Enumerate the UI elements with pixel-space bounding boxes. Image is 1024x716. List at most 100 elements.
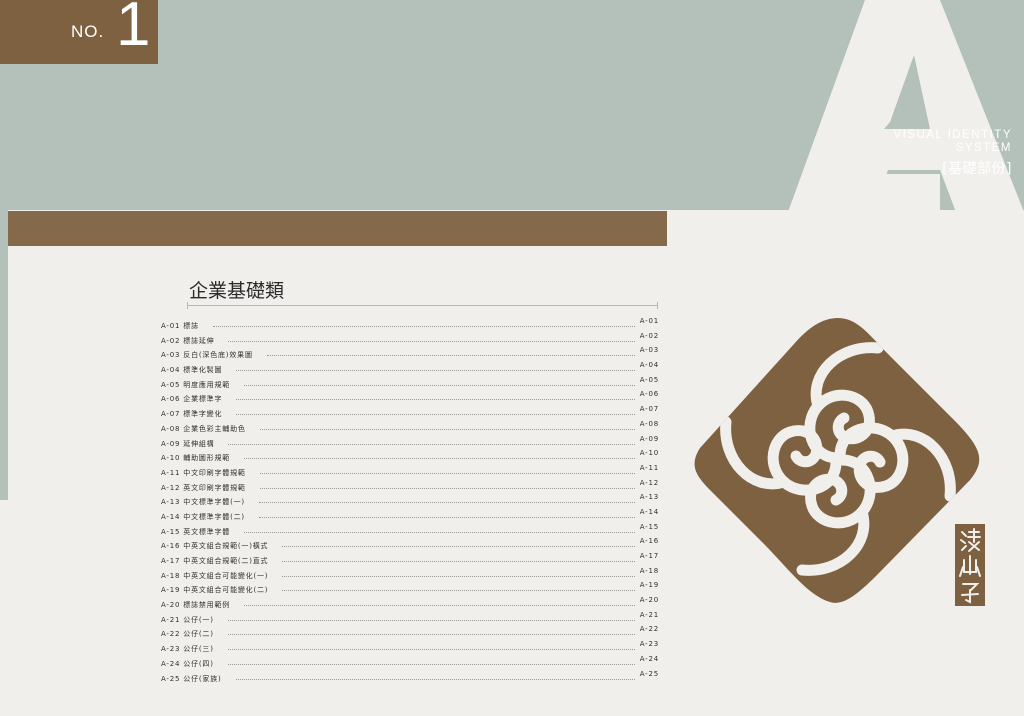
toc-page: A-13 (639, 493, 659, 502)
toc-code: A-18 (161, 571, 181, 580)
toc-entry: A-22 公仔(二) (161, 629, 214, 639)
toc-label: 標誌 (183, 322, 199, 330)
toc-leader-line (244, 531, 635, 533)
toc-code: A-23 (161, 645, 181, 654)
chapter-number-box: NO. 1 (0, 0, 158, 64)
toc-code: A-11 (161, 468, 181, 477)
toc-row: A-09 延伸組構 A-09 (161, 434, 659, 449)
toc-label: 輔助圖形規範 (183, 454, 231, 463)
toc-label: 英文印刷字體規範 (183, 483, 246, 492)
toc-entry: A-01 標誌 (161, 321, 199, 331)
toc-leader-line (228, 443, 635, 445)
toc-code: A-04 (161, 366, 181, 375)
toc-page: A-25 (639, 669, 659, 678)
toc-row: A-25 公仔(家族) A-25 (161, 669, 659, 684)
toc-row: A-20 標誌禁用範例 A-20 (161, 595, 659, 610)
toc-row: A-16 中英文組合規範(一)橫式 A-16 (161, 536, 659, 551)
toc-page: A-14 (639, 507, 659, 516)
toc-entry: A-05 明度應用規範 (161, 380, 230, 390)
toc-page: A-22 (639, 625, 659, 634)
toc-row: A-13 中文標準字體(一) A-13 (161, 492, 659, 507)
toc-entry: A-06 企業標準字 (161, 394, 222, 404)
toc-page: A-15 (639, 522, 659, 531)
toc-label: 標誌禁用範例 (183, 601, 231, 610)
toc-label: 公仔(二) (183, 630, 214, 639)
toc-leader-line (260, 428, 635, 430)
toc-leader-line (282, 575, 635, 577)
toc-label: 中英文組合規範(一)橫式 (183, 542, 269, 551)
toc-leader-line (260, 487, 635, 489)
toc-label: 中文標準字體(二) (183, 512, 245, 521)
toc-page: A-21 (639, 610, 659, 619)
toc-code: A-19 (161, 586, 181, 595)
toc-row: A-22 公仔(二) A-22 (161, 624, 659, 639)
chapter-no-label: NO. (71, 22, 105, 41)
toc-code: A-09 (161, 439, 181, 448)
toc-entry: A-08 企業色彩主輔助色 (161, 424, 246, 434)
toc-entry: A-16 中英文組合規範(一)橫式 (161, 541, 268, 551)
toc-row: A-18 中英文組合可能變化(一) A-18 (161, 566, 659, 581)
toc-page: A-06 (639, 390, 659, 399)
toc-page: A-23 (639, 640, 659, 649)
toc-entry: A-17 中英文組合規範(二)直式 (161, 556, 268, 566)
toc-leader-line (282, 590, 635, 592)
toc-entry: A-10 輔助圖形規範 (161, 453, 230, 463)
toc-page: A-19 (639, 581, 659, 590)
toc-leader-line (236, 370, 635, 372)
section-subtitle: [基礎部份] (942, 161, 1012, 177)
toc-row: A-17 中英文組合規範(二)直式 A-17 (161, 551, 659, 566)
toc-code: A-12 (161, 483, 181, 492)
toc-row: A-24 公仔(四) A-24 (161, 654, 659, 669)
toc-leader-line (236, 678, 635, 680)
toc-page: A-09 (639, 434, 659, 443)
toc-code: A-10 (161, 454, 181, 463)
toc-row: A-12 英文印刷字體規範 A-12 (161, 478, 659, 493)
toc-row: A-04 標準化製圖 A-04 (161, 360, 659, 375)
toc-page: A-04 (639, 361, 659, 370)
toc-entry: A-11 中文印刷字體規範 (161, 468, 246, 478)
toc-label: 明度應用規範 (183, 380, 231, 389)
toc-row: A-15 英文標準字體 A-15 (161, 522, 659, 537)
toc-entry: A-02 標誌延伸 (161, 336, 214, 346)
toc-page: A-24 (639, 654, 659, 663)
toc-leader-line (244, 605, 635, 607)
toc-row: A-14 中文標準字體(二) A-14 (161, 507, 659, 522)
toc-row: A-05 明度應用規範 A-05 (161, 375, 659, 390)
toc-label: 企業標準字 (183, 395, 223, 404)
toc-entry: A-21 公仔(一) (161, 615, 214, 625)
toc-leader-line (282, 561, 635, 562)
toc-row: A-21 公仔(一) A-21 (161, 610, 659, 625)
section-title: 企業基礎類 (189, 280, 285, 302)
toc-leader-line (260, 472, 635, 474)
visual-identity-title: VISUAL IDENTITY SYSTEM (893, 129, 1012, 155)
toc-label: 公仔(四) (183, 659, 214, 668)
signature-seal (955, 524, 985, 606)
toc-page: A-17 (639, 552, 659, 560)
toc-row: A-08 企業色彩主輔助色 A-08 (161, 419, 659, 434)
toc-code: A-17 (161, 557, 181, 565)
toc-label: 標準化製圖 (183, 366, 223, 375)
toc-row: A-03 反白(深色底)效果圖 A-03 (161, 345, 659, 360)
toc-label: 英文標準字體 (183, 527, 231, 536)
toc-leader-line (244, 458, 635, 460)
toc-code: A-21 (161, 615, 181, 624)
toc-page: A-18 (639, 566, 659, 575)
toc-label: 企業色彩主輔助色 (183, 424, 246, 433)
toc-leader-line (236, 414, 635, 416)
toc-entry: A-12 英文印刷字體規範 (161, 483, 246, 493)
toc-row: A-07 標準字變化 A-07 (161, 404, 659, 419)
toc-code: A-05 (161, 380, 181, 389)
toc-code: A-24 (161, 659, 181, 668)
left-accent-strip (0, 210, 8, 500)
toc-row: A-02 標誌延伸 A-02 (161, 331, 659, 346)
toc-leader-line (228, 619, 635, 621)
visual-identity-line1: VISUAL IDENTITY (893, 129, 1012, 141)
toc-leader-line (259, 516, 635, 518)
toc-label: 標誌延伸 (183, 336, 215, 345)
toc-entry: A-19 中英文組合可能變化(二) (161, 585, 268, 595)
toc-code: A-06 (161, 395, 181, 404)
toc-page: A-12 (639, 478, 659, 487)
toc-leader-line (244, 384, 635, 386)
toc-entry: A-13 中文標準字體(一) (161, 497, 245, 507)
toc-leader-line (267, 355, 635, 357)
